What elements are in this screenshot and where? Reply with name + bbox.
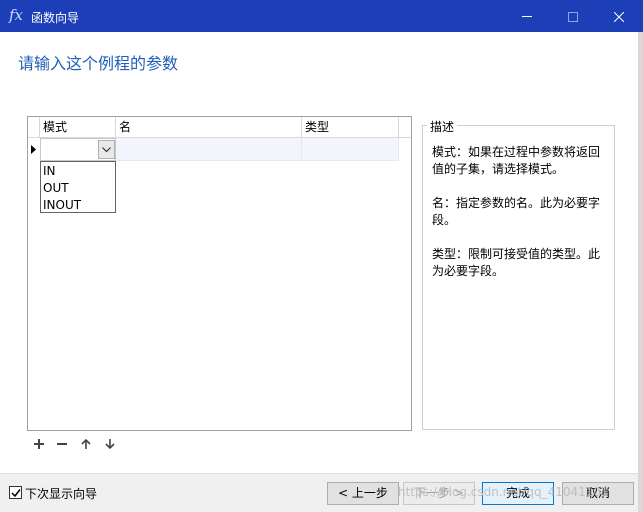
chevron-down-icon bbox=[102, 147, 111, 153]
show-wizard-checkbox[interactable] bbox=[9, 486, 22, 499]
maximize-button[interactable] bbox=[550, 0, 596, 32]
type-cell[interactable] bbox=[302, 138, 399, 161]
remove-icon bbox=[57, 443, 67, 445]
window-title: 函数向导 bbox=[31, 11, 80, 25]
checkmark-icon bbox=[11, 489, 21, 498]
description-type: 类型：限制可接受值的类型。此为必要字段。 bbox=[432, 247, 601, 278]
close-icon bbox=[613, 11, 625, 22]
mode-option-out[interactable]: OUT bbox=[41, 180, 115, 197]
previous-button[interactable]: < 上一步 bbox=[327, 482, 399, 505]
move-up-icon bbox=[81, 438, 91, 449]
description-name: 名：指定参数的名。此为必要字段。 bbox=[432, 196, 601, 227]
current-row-indicator bbox=[28, 138, 40, 161]
header-corner bbox=[28, 117, 40, 138]
description-text: 模式：如果在过程中参数将返回值的子集，请选择模式。 名：指定参数的名。此为必要字… bbox=[432, 144, 608, 297]
description-title: 描述 bbox=[427, 118, 458, 135]
maximize-icon bbox=[568, 11, 578, 22]
mode-option-inout[interactable]: INOUT bbox=[41, 197, 115, 214]
column-header-type[interactable]: 类型 bbox=[302, 117, 399, 138]
title-bar: fx 函数向导 bbox=[0, 0, 643, 32]
column-header-mode[interactable]: 模式 bbox=[40, 117, 116, 138]
page-heading: 请输入这个例程的参数 bbox=[18, 54, 179, 73]
move-up-button[interactable] bbox=[80, 438, 94, 452]
mode-cell-combobox[interactable] bbox=[40, 138, 116, 161]
watermark: https://blog.csdn.net/qq_41041101 bbox=[398, 485, 609, 499]
add-icon bbox=[34, 439, 44, 449]
move-down-button[interactable] bbox=[104, 438, 118, 452]
mode-option-in[interactable]: IN bbox=[41, 163, 115, 180]
window-edge bbox=[638, 32, 643, 512]
move-down-icon bbox=[105, 439, 115, 450]
mode-dropdown-list[interactable]: IN OUT INOUT bbox=[40, 161, 116, 213]
header-filler bbox=[399, 117, 411, 138]
show-wizard-label[interactable]: 下次显示向导 bbox=[25, 485, 97, 502]
parameters-table[interactable]: 模式 名 类型 IN OUT INOUT bbox=[27, 116, 412, 431]
minimize-icon bbox=[522, 16, 532, 17]
column-header-name[interactable]: 名 bbox=[116, 117, 302, 138]
table-row[interactable] bbox=[28, 138, 411, 161]
mode-dropdown-button[interactable] bbox=[98, 140, 115, 159]
table-header: 模式 名 类型 bbox=[28, 117, 411, 138]
function-wizard-icon: fx bbox=[9, 6, 24, 24]
name-cell[interactable] bbox=[116, 138, 302, 161]
remove-row-button[interactable] bbox=[56, 438, 70, 452]
close-button[interactable] bbox=[596, 0, 642, 32]
description-mode: 模式：如果在过程中参数将返回值的子集，请选择模式。 bbox=[432, 145, 601, 176]
add-row-button[interactable] bbox=[33, 438, 47, 452]
row-pointer-icon bbox=[31, 145, 36, 154]
minimize-button[interactable] bbox=[504, 0, 550, 32]
